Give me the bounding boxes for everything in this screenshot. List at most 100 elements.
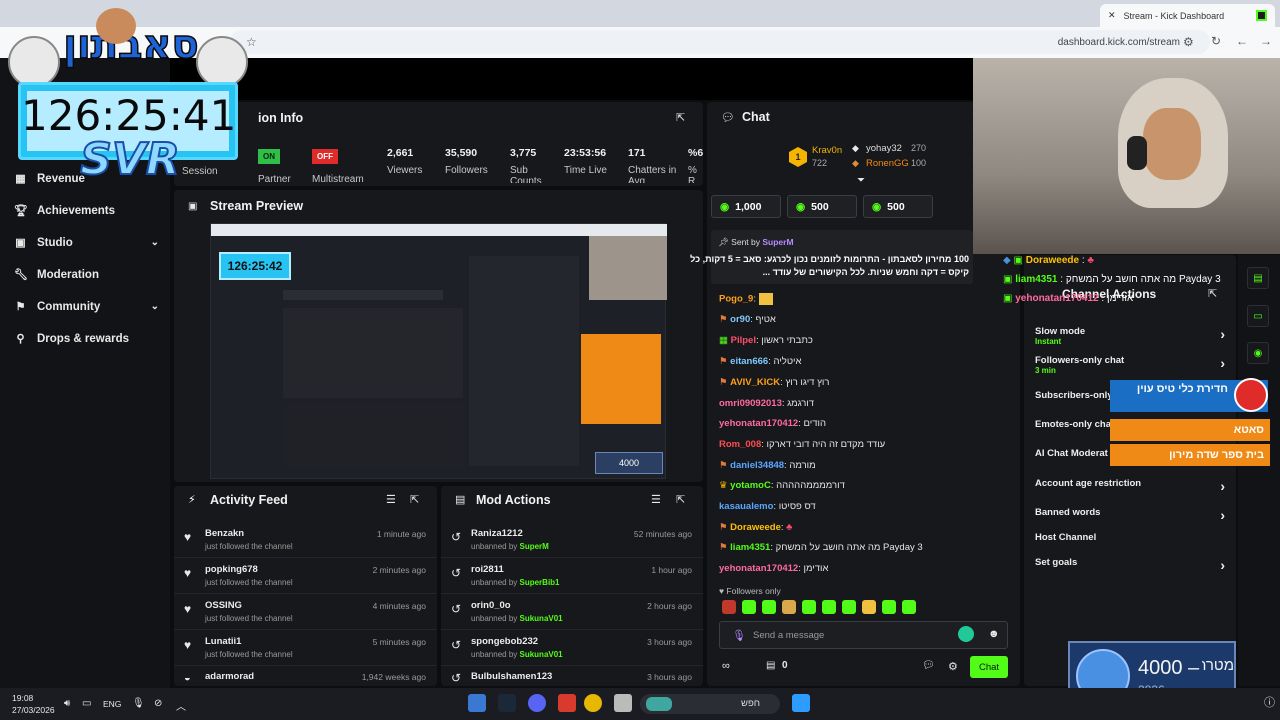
chat-username[interactable]: Pilpel <box>731 335 756 346</box>
gear-icon[interactable]: ⚙ <box>948 660 958 673</box>
moderator-name[interactable]: SuperBib1 <box>520 578 560 587</box>
emote-icon[interactable] <box>722 600 736 614</box>
sidebar-item-community[interactable]: ⚑ Community ⌄ <box>14 300 159 314</box>
gift-button[interactable]: ◉ 1,000 <box>711 195 781 218</box>
app-icon[interactable] <box>558 694 576 712</box>
chevron-up-icon[interactable]: ︿ <box>176 698 186 713</box>
leader-name[interactable]: yohay32 <box>866 143 902 154</box>
site-settings-icon[interactable]: ⚙ <box>1183 35 1194 49</box>
chat-username[interactable]: kasaualemo <box>719 501 773 512</box>
infinity-icon[interactable]: ∞ <box>722 660 730 672</box>
display-icon[interactable]: ▭ <box>82 698 91 709</box>
moderator-name[interactable]: SuperM <box>520 542 549 551</box>
feed-username[interactable]: adarmorad <box>205 671 254 682</box>
grammarly-icon[interactable] <box>958 626 974 642</box>
emote-icon[interactable] <box>842 600 856 614</box>
emote-icon[interactable] <box>822 600 836 614</box>
popout-icon[interactable]: ⇱ <box>676 493 685 506</box>
expand-icon[interactable]: ⏷ <box>857 175 865 186</box>
feed-username[interactable]: Benzakn <box>205 528 244 539</box>
chat-username[interactable]: Doraweede <box>730 522 781 533</box>
gift-button[interactable]: ◉ 500 <box>863 195 933 218</box>
sidebar-item-moderation[interactable]: 🔧︎ Moderation <box>14 268 159 282</box>
star-icon[interactable]: ☆ <box>246 35 257 49</box>
leader-name[interactable]: RonenGG <box>866 158 909 169</box>
popout-icon[interactable]: ⇱ <box>410 493 419 506</box>
account-age-row[interactable]: Account age restriction › <box>1035 478 1225 494</box>
volume-icon[interactable]: 🔊︎ <box>64 698 70 709</box>
tab-kick-dashboard[interactable]: ✕ Stream - Kick Dashboard <box>1100 4 1275 27</box>
chat-username[interactable]: omri09092013 <box>719 398 782 409</box>
windows-start-icon[interactable] <box>792 694 810 712</box>
moderator-name[interactable]: SukunaV01 <box>520 650 563 659</box>
gift-button[interactable]: ◉ 500 <box>787 195 857 218</box>
moderator-name[interactable]: SukunaV01 <box>520 614 563 623</box>
host-channel-row[interactable]: Host Channel <box>1035 532 1225 543</box>
feed-username[interactable]: popking678 <box>205 564 258 575</box>
chat-username[interactable]: yehonatan170412 <box>719 563 798 574</box>
reload-icon[interactable]: ↻ <box>1211 34 1221 48</box>
filter-icon[interactable]: ☰ <box>386 493 396 506</box>
language-indicator[interactable]: ENG <box>103 699 121 709</box>
pinned-user[interactable]: SuperM <box>762 237 793 247</box>
mod-username[interactable]: roi2811 <box>471 564 504 575</box>
emote-icon[interactable] <box>762 600 776 614</box>
app-icon[interactable] <box>468 694 486 712</box>
broadcast-icon[interactable]: ◉ <box>1247 342 1269 364</box>
sidebar-item-achievements[interactable]: 🏆︎ Achievements <box>14 204 159 218</box>
taskbar-time[interactable]: 19:08 <box>12 693 33 703</box>
taskbar-date[interactable]: 27/03/2026 <box>12 705 55 715</box>
microphone-icon[interactable]: 🎙︎ <box>732 629 746 642</box>
emote-icon[interactable] <box>862 600 876 614</box>
followers-only-row[interactable]: Followers-only chat 3 min › <box>1035 355 1225 375</box>
slow-mode-row[interactable]: Slow mode Instant › <box>1035 326 1225 346</box>
store-icon[interactable]: ▤ <box>766 660 775 671</box>
sidebar-item-drops[interactable]: ⚲ Drops & rewards <box>14 332 159 346</box>
forward-icon[interactable]: → <box>1260 34 1272 48</box>
chat-send-button[interactable]: Chat <box>970 656 1008 678</box>
chat-username[interactable]: Rom_008 <box>719 439 761 450</box>
chrome-icon[interactable] <box>584 694 602 712</box>
emoji-icon[interactable]: ☻ <box>988 628 1000 640</box>
chat-username[interactable]: yotamoC <box>730 480 771 491</box>
banned-words-row[interactable]: Banned words › <box>1035 507 1225 523</box>
emote-icon[interactable] <box>782 600 796 614</box>
filter-icon[interactable]: ☰ <box>651 493 661 506</box>
chat-input[interactable]: 🎙︎ Send a message ☻ <box>719 621 1008 649</box>
popout-icon[interactable]: ⇱ <box>676 111 685 124</box>
chat-username[interactable]: Pogo_9 <box>719 294 753 305</box>
chat-username[interactable]: liam4351 <box>730 542 770 553</box>
chat-username[interactable]: yehonatan170412 <box>719 418 798 429</box>
mod-username[interactable]: Raniza1212 <box>471 528 523 539</box>
discord-icon[interactable] <box>528 694 546 712</box>
network-off-icon[interactable]: ⊘ <box>154 698 162 709</box>
microphone-icon[interactable]: 🎙︎ <box>132 698 145 709</box>
emote-icon[interactable] <box>802 600 816 614</box>
stream-preview-video[interactable]: 126:25:42 4000 <box>210 223 667 479</box>
mod-username[interactable]: spongebob232 <box>471 636 538 647</box>
sidebar-item-studio[interactable]: ▣ Studio ⌄ <box>14 236 159 250</box>
back-icon[interactable]: ← <box>1236 34 1248 48</box>
emote-icon[interactable] <box>882 600 896 614</box>
mod-username[interactable]: Bulbulshamen123 <box>471 671 552 682</box>
url-text[interactable]: dashboard.kick.com/stream <box>1058 37 1180 48</box>
chat-username[interactable]: or90 <box>730 314 750 325</box>
leader-name[interactable]: Krav0n <box>812 145 842 156</box>
file-explorer-icon[interactable] <box>614 694 632 712</box>
chat-username[interactable]: AVIV_KICK <box>730 377 780 388</box>
set-goals-row[interactable]: Set goals › <box>1035 557 1225 573</box>
steam-icon[interactable] <box>498 694 516 712</box>
chat-bubble-icon[interactable]: 💬︎ <box>922 660 935 671</box>
emote-icon[interactable] <box>902 600 916 614</box>
chat-username[interactable]: daniel34848 <box>730 460 784 471</box>
chat-bubble-icon[interactable]: ▭ <box>1247 305 1269 327</box>
feed-username[interactable]: OSSING <box>205 600 242 611</box>
close-icon[interactable]: ✕ <box>1108 10 1116 21</box>
emote-icon[interactable] <box>742 600 756 614</box>
info-icon[interactable]: ⓘ <box>1264 694 1275 710</box>
chat-username[interactable]: eitan666 <box>730 356 768 367</box>
taskbar-search[interactable]: חפש <box>640 694 780 714</box>
document-icon[interactable]: ▤ <box>1247 267 1269 289</box>
mod-username[interactable]: orin0_0o <box>471 600 511 611</box>
feed-username[interactable]: Lunatii1 <box>205 636 241 647</box>
